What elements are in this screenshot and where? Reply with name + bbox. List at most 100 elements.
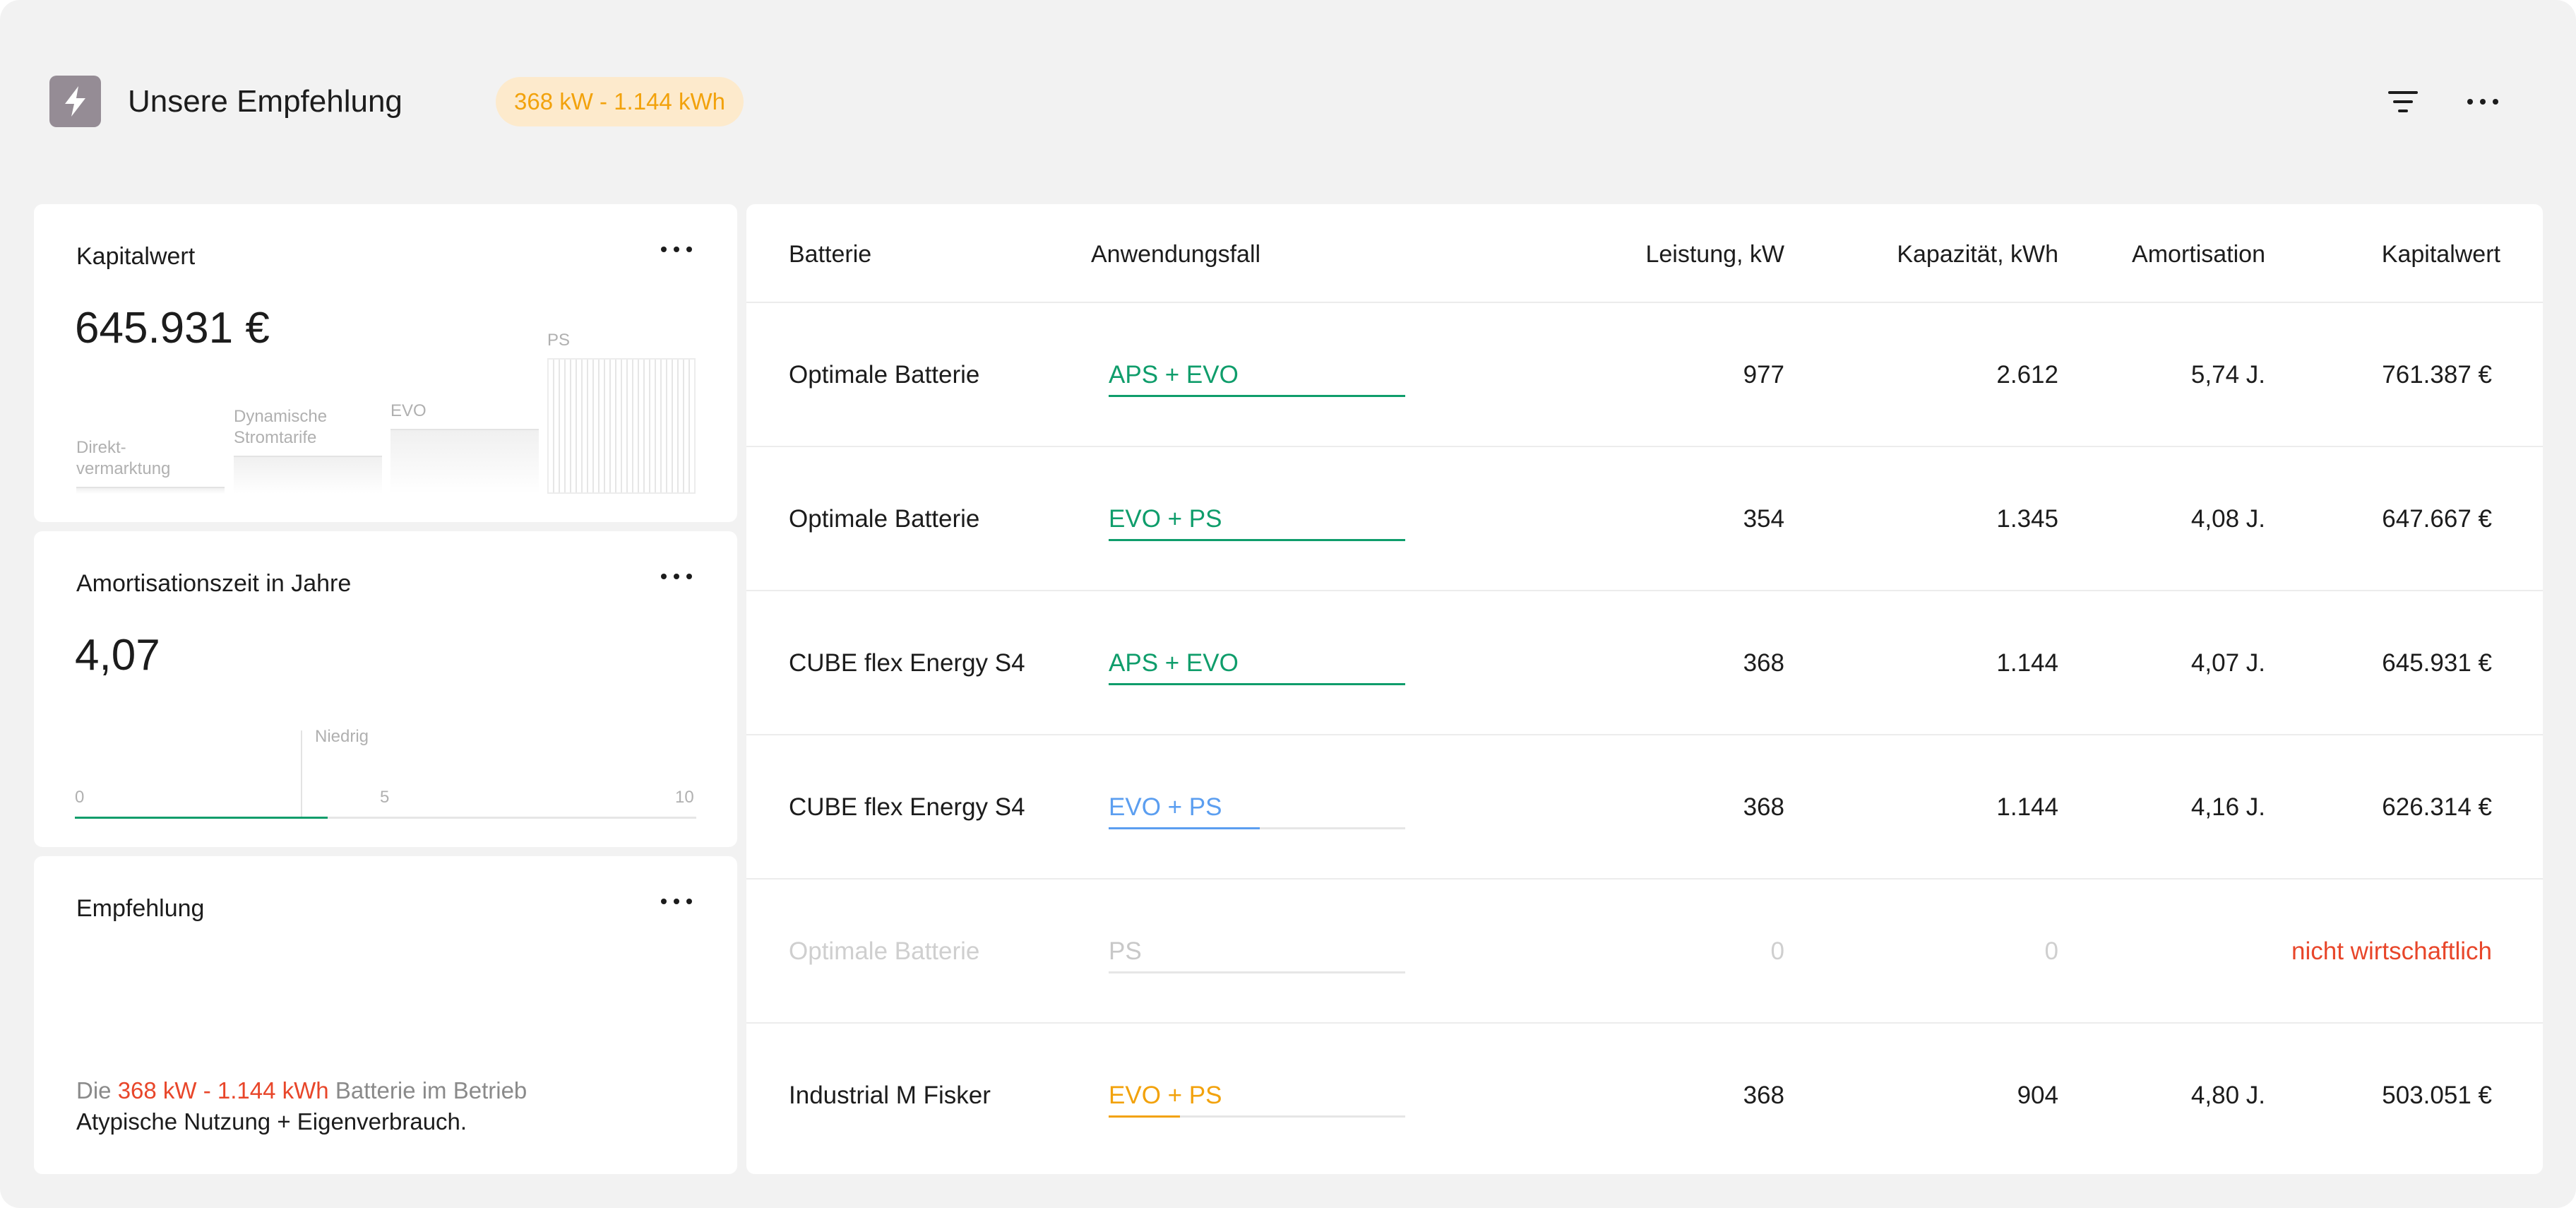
marker-label: Niedrig <box>315 727 369 746</box>
amortisation-value: 4,07 J. <box>2190 649 2265 677</box>
bar-column <box>390 429 539 494</box>
kapitalwert-value: 645.931 € <box>75 304 270 353</box>
more-icon[interactable] <box>661 247 695 263</box>
usecase-fill <box>1109 1115 1180 1118</box>
kapitalwert-card: Kapitalwert 645.931 € Direkt-vermarktung… <box>34 204 737 522</box>
scale-tick: 5 <box>380 788 390 807</box>
table-row[interactable]: Optimale Batterie APS + EVO 977 2.612 5,… <box>746 303 2543 447</box>
bar-column <box>76 487 225 494</box>
usecase-cell: APS + EVO <box>1109 649 1405 685</box>
table-row[interactable]: Optimale Batterie EVO + PS 354 1.345 4,0… <box>746 447 2543 591</box>
more-dots <box>661 899 695 904</box>
amortisation-progress <box>75 817 328 819</box>
power-value: 368 <box>1743 649 1784 677</box>
empfehlung-card: Empfehlung Die 368 kW - 1.144 kWh Batter… <box>34 856 737 1174</box>
usecase-cell: EVO + PS <box>1109 793 1405 829</box>
table-header: Batterie Anwendungsfall Leistung, kW Kap… <box>746 204 2543 303</box>
usecase-track <box>1109 971 1405 973</box>
usecase-fill <box>1109 683 1405 685</box>
amortisation-value: 4,08 J. <box>2190 505 2265 533</box>
npv-value: 645.931 € <box>2382 649 2492 677</box>
column-header[interactable]: Kapazität, kWh <box>1897 241 2058 268</box>
amortisation-value: 4,16 J. <box>2190 793 2265 821</box>
bar-label-line: vermarktung <box>76 459 171 478</box>
recommendation-text: Die 368 kW - 1.144 kWh Batterie im Betri… <box>76 1077 527 1104</box>
more-dots <box>661 247 695 252</box>
power-value: 0 <box>1770 937 1784 965</box>
card-title: Empfehlung <box>76 895 205 922</box>
usecase-label: PS <box>1109 937 1142 965</box>
usecase-track <box>1109 683 1405 685</box>
recommendation-highlight: 368 kW - 1.144 kWh <box>117 1077 329 1103</box>
recommendation-prefix: Die <box>76 1077 112 1103</box>
bar-label: PS <box>547 330 570 351</box>
bar-label: Dynamische Stromtarife <box>234 406 327 449</box>
table-row[interactable]: Optimale Batterie PS 0 0 nicht wirtschaf… <box>746 880 2543 1024</box>
npv-value: nicht wirtschaftlich <box>2291 937 2492 965</box>
bar-column <box>234 456 382 494</box>
amortisation-value: 4,07 <box>75 631 160 680</box>
bar-label: Direkt-vermarktung <box>76 437 170 480</box>
scale-tick: 10 <box>675 788 694 807</box>
capacity-value: 904 <box>2017 1082 2058 1109</box>
more-dots <box>661 574 695 579</box>
table-row[interactable]: CUBE flex Energy S4 APS + EVO 368 1.144 … <box>746 591 2543 735</box>
usecase-cell: APS + EVO <box>1109 361 1405 397</box>
table-row[interactable]: CUBE flex Energy S4 EVO + PS 368 1.144 4… <box>746 735 2543 880</box>
more-icon[interactable] <box>661 899 695 916</box>
card-title: Kapitalwert <box>76 243 196 270</box>
usecase-label: EVO + PS <box>1109 505 1222 533</box>
npv-value: 647.667 € <box>2382 505 2492 533</box>
usecase-track <box>1109 1115 1405 1118</box>
battery-table: Batterie Anwendungsfall Leistung, kW Kap… <box>746 204 2543 1174</box>
page-header: Unsere Empfehlung 368 kW - 1.144 kWh <box>49 74 2527 128</box>
power-value: 368 <box>1743 793 1784 821</box>
more-icon[interactable] <box>661 574 695 591</box>
column-header[interactable]: Batterie <box>789 241 871 268</box>
amortisation-value: 5,74 J. <box>2190 361 2265 389</box>
bolt-icon-glyph <box>65 86 85 117</box>
bar-label-line: Stromtarife <box>234 428 317 447</box>
bar-label-line: EVO <box>390 401 427 420</box>
more-dots <box>2467 87 2505 105</box>
bar-label-line: Direkt- <box>76 438 126 457</box>
usecase-label: APS + EVO <box>1109 361 1239 389</box>
recommendation-suffix: Batterie im Betrieb <box>335 1077 527 1103</box>
bar-column <box>547 358 696 494</box>
column-header[interactable]: Leistung, kW <box>1645 241 1784 268</box>
usecase-track <box>1109 827 1405 829</box>
battery-name: Optimale Batterie <box>789 505 980 533</box>
column-header[interactable]: Amortisation <box>2132 241 2265 268</box>
usecase-fill <box>1109 827 1260 829</box>
usecase-label: EVO + PS <box>1109 1082 1222 1109</box>
column-header[interactable]: Anwendungsfall <box>1091 241 1260 268</box>
power-value: 354 <box>1743 505 1784 533</box>
capacity-value: 1.144 <box>1996 793 2058 821</box>
battery-name: Optimale Batterie <box>789 937 980 965</box>
marker-line <box>301 730 302 819</box>
power-value: 368 <box>1743 1082 1784 1109</box>
card-title: Amortisationszeit in Jahre <box>76 570 352 597</box>
usecase-track <box>1109 395 1405 397</box>
usecase-cell: EVO + PS <box>1109 505 1405 541</box>
bar-label-line: PS <box>547 331 571 350</box>
recommendation-detail: Atypische Nutzung + Eigenverbrauch. <box>76 1108 467 1135</box>
usecase-track <box>1109 539 1405 541</box>
usecase-cell: PS <box>1109 937 1405 973</box>
npv-value: 626.314 € <box>2382 793 2492 821</box>
npv-value: 503.051 € <box>2382 1082 2492 1109</box>
bolt-icon <box>49 76 101 127</box>
bar-label-line: Dynamische <box>234 407 328 426</box>
column-header[interactable]: Kapitalwert <box>2382 241 2500 268</box>
usecase-fill <box>1109 539 1405 541</box>
usecase-label: APS + EVO <box>1109 649 1239 677</box>
usecase-fill <box>1109 395 1405 397</box>
battery-name: Industrial M Fisker <box>789 1082 991 1109</box>
table-row[interactable]: Industrial M Fisker EVO + PS 368 904 4,8… <box>746 1024 2543 1168</box>
battery-name: CUBE flex Energy S4 <box>789 649 1025 677</box>
capacity-value: 1.144 <box>1996 649 2058 677</box>
capacity-value: 2.612 <box>1996 361 2058 389</box>
filter-icon[interactable] <box>2385 87 2421 117</box>
capacity-value: 1.345 <box>1996 505 2058 533</box>
more-icon[interactable] <box>2467 87 2505 117</box>
